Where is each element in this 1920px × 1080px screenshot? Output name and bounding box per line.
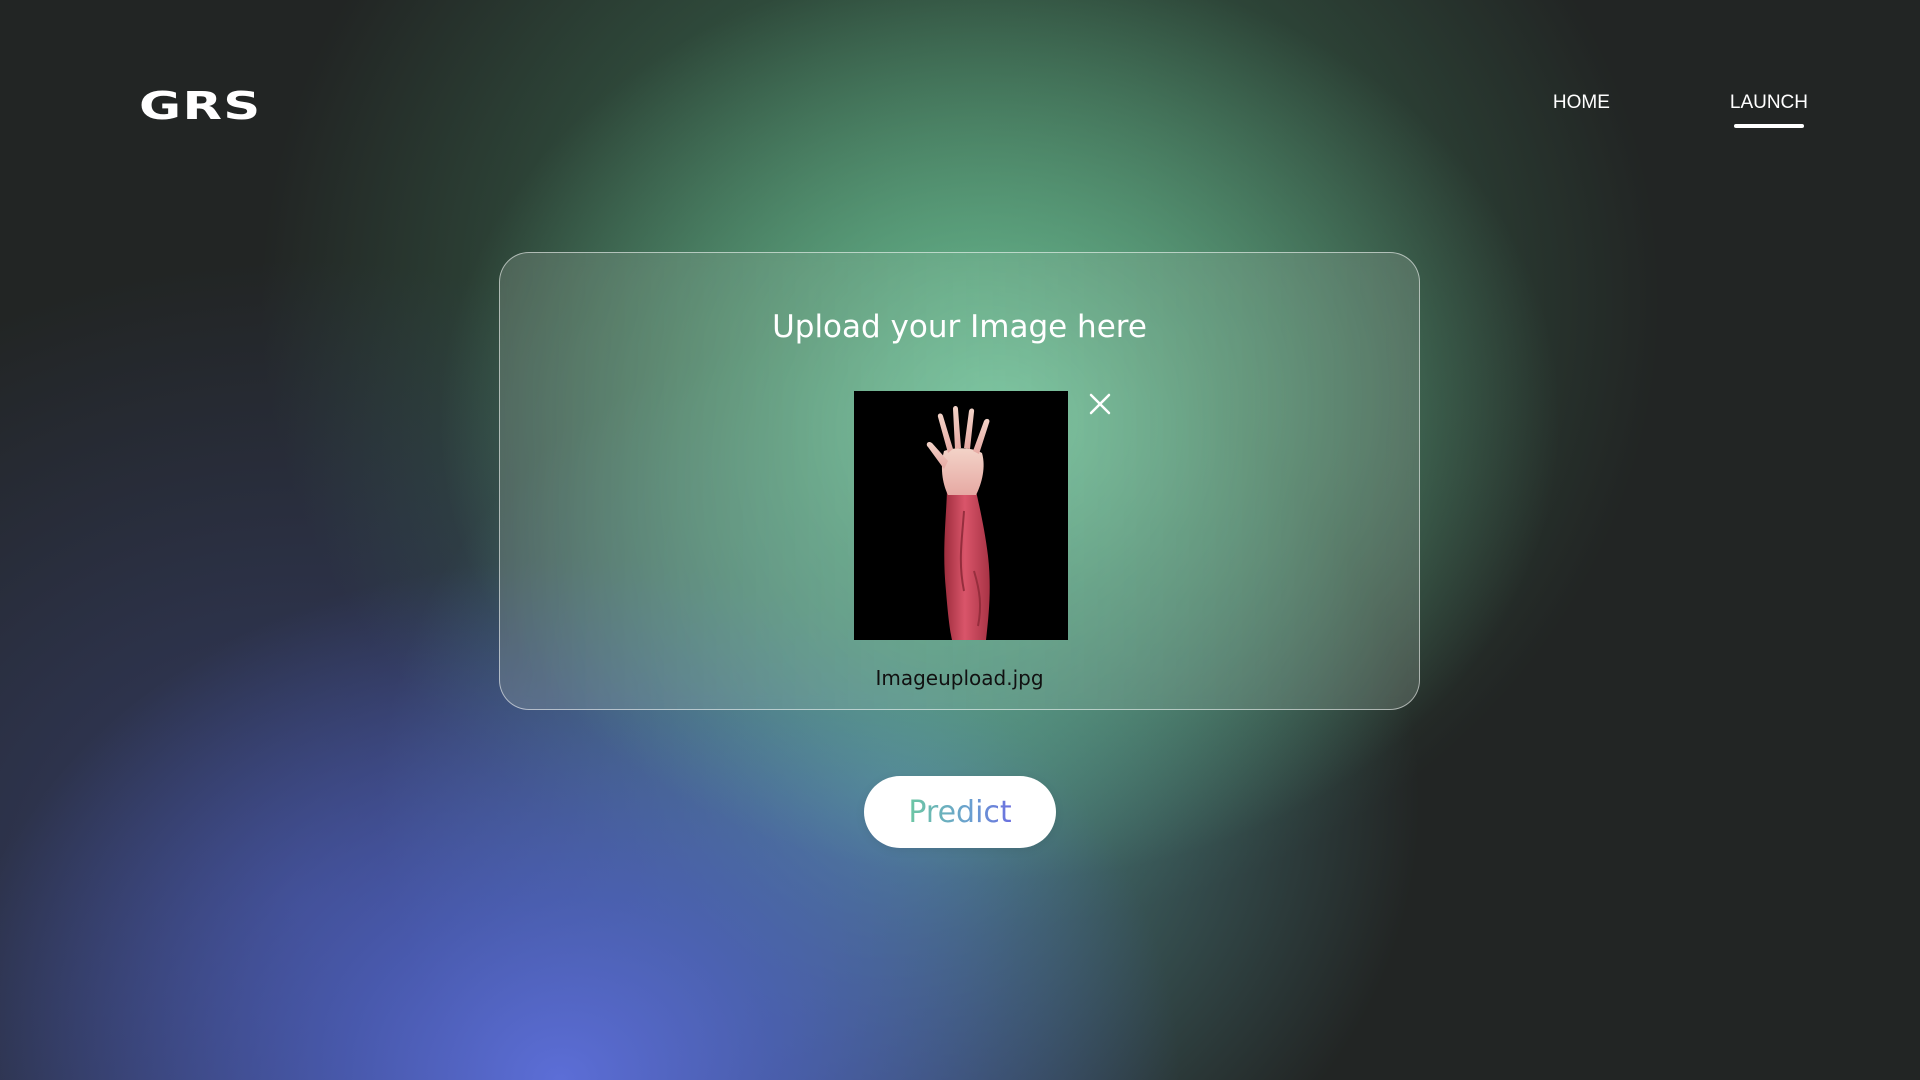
image-preview <box>854 391 1068 640</box>
upload-title: Upload your Image here <box>772 309 1147 345</box>
uploaded-file-name: Imageupload.jpg <box>875 666 1044 690</box>
nav-launch-link[interactable]: LAUNCH <box>1730 92 1808 128</box>
nav-home-link[interactable]: HOME <box>1553 92 1610 122</box>
remove-image-button[interactable] <box>1085 389 1115 419</box>
logo[interactable]: GRS <box>139 84 262 128</box>
main-nav: HOME LAUNCH <box>1553 92 1808 128</box>
predict-button[interactable]: Predict <box>864 776 1056 848</box>
close-icon <box>1089 393 1111 415</box>
predict-button-label: Predict <box>908 794 1012 830</box>
upload-card: Upload your Image here Imageupload.jpg <box>499 252 1420 710</box>
arm-raised-hand-photo <box>854 391 1068 640</box>
